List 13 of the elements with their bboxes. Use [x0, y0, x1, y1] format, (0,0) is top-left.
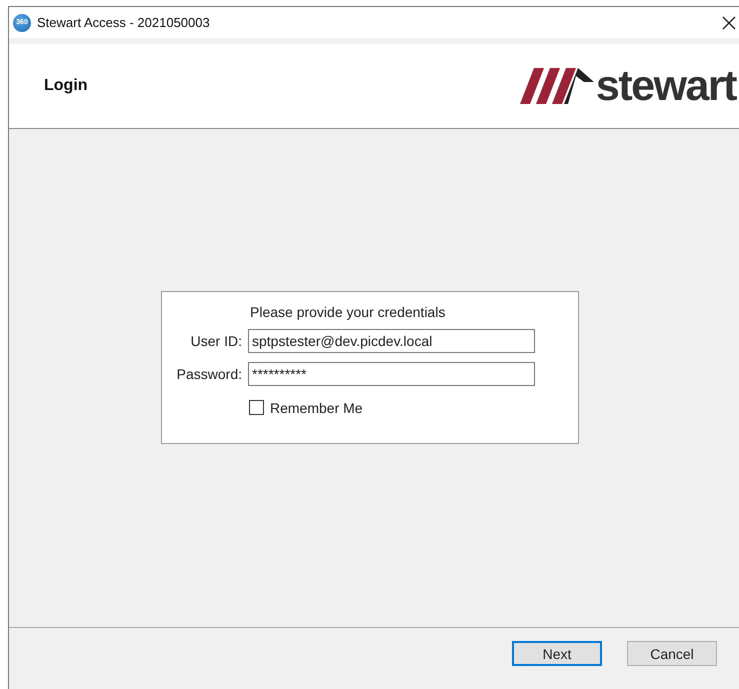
page-title: Login	[44, 77, 88, 95]
prompt-text: Please provide your credentials	[250, 304, 446, 320]
logo-text: stewart	[596, 64, 736, 108]
next-button[interactable]: Next	[512, 641, 602, 666]
field-label: User ID:	[190, 332, 242, 348]
checkbox-label[interactable]: Remember Me	[270, 400, 363, 416]
checkbox[interactable]	[249, 400, 264, 415]
input-field[interactable]: **********	[248, 362, 535, 386]
logo-bars-icon	[520, 68, 594, 104]
field-label: Password:	[176, 366, 242, 382]
input-field[interactable]: sptpstester@dev.picdev.local	[248, 328, 535, 352]
window-title: Stewart Access - 2021050003	[37, 15, 211, 30]
cancel-button[interactable]: Cancel	[627, 641, 717, 666]
